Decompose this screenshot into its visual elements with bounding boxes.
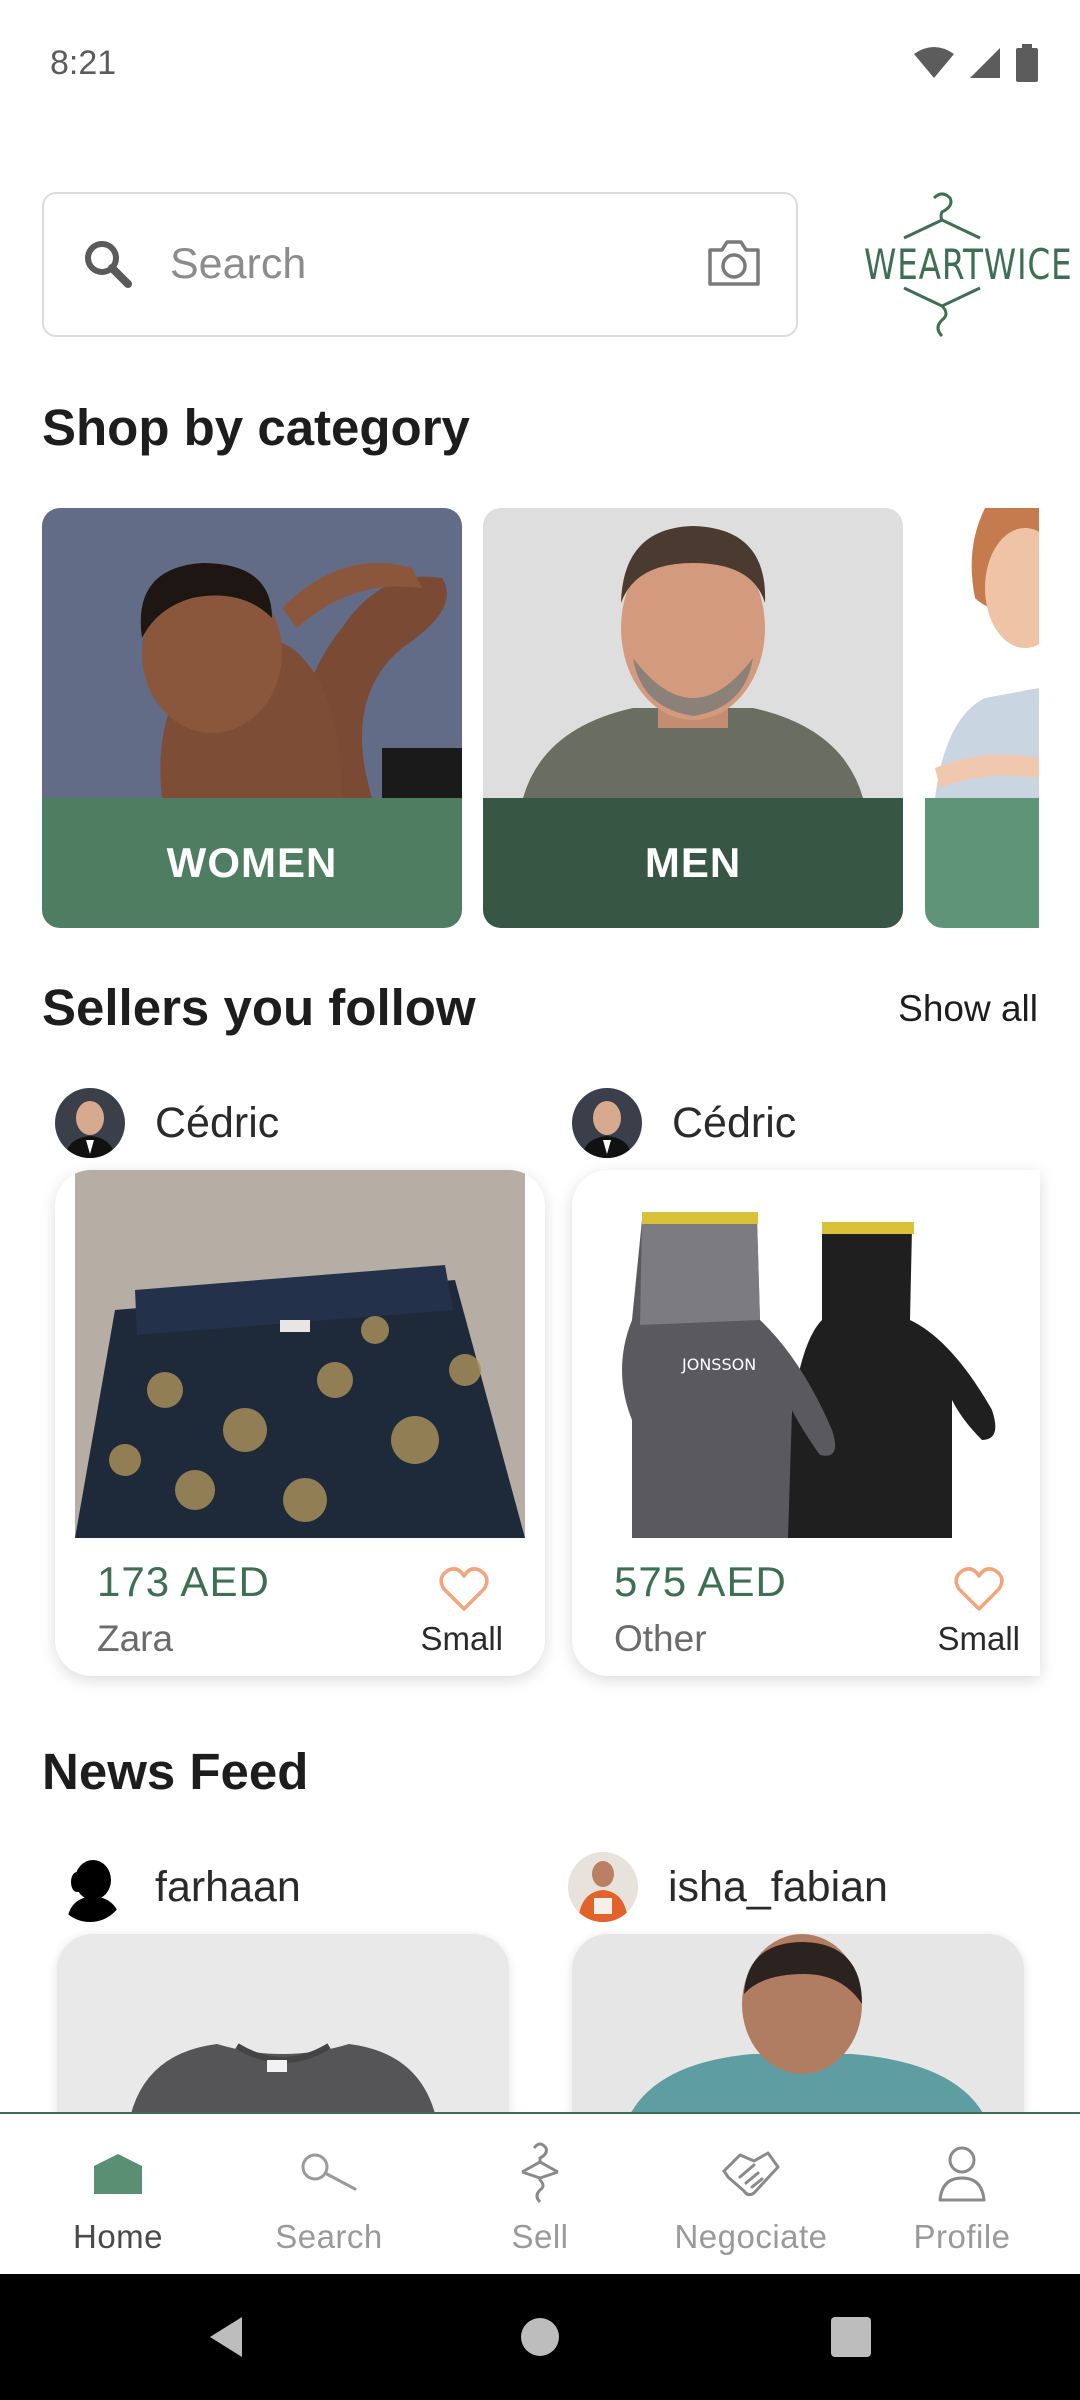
category-card-kids[interactable] — [925, 508, 1039, 928]
show-all-link[interactable]: Show all — [898, 988, 1038, 1030]
avatar — [55, 1088, 125, 1158]
search-icon — [85, 241, 132, 288]
wifi-icon — [914, 47, 954, 78]
status-icons — [914, 44, 1038, 82]
handshake-icon — [722, 2151, 780, 2197]
nav-label: Profile — [913, 2218, 1011, 2255]
brand-logo: WEARTWICE — [842, 188, 1073, 338]
product-brand: Zara — [97, 1618, 174, 1659]
feed-user-header[interactable]: isha_fabian — [568, 1852, 888, 1922]
feed-user-name: isha_fabian — [668, 1862, 888, 1911]
search-input[interactable]: Search — [42, 192, 798, 337]
category-card-women[interactable]: WOMEN — [42, 508, 462, 928]
hanger-icon — [521, 2142, 559, 2204]
recents-button[interactable] — [828, 2274, 874, 2400]
seller-header[interactable]: Cédric — [55, 1088, 279, 1158]
system-nav-bar — [0, 2274, 1080, 2400]
nav-sell[interactable]: Sell — [432, 2114, 648, 2276]
nav-search[interactable]: Search — [221, 2114, 437, 2276]
feed-user-header[interactable]: farhaan — [55, 1852, 301, 1922]
avatar — [568, 1852, 638, 1922]
category-photo-men — [483, 508, 903, 798]
product-size: Small — [420, 1620, 503, 1657]
feed-post-photo — [57, 1934, 509, 2134]
product-photo-gloves: JONSSON — [592, 1170, 1040, 1538]
camera-icon[interactable] — [706, 238, 762, 288]
home-button[interactable] — [500, 2274, 580, 2400]
feed-user-name: farhaan — [155, 1862, 301, 1911]
category-photo-women — [42, 508, 462, 798]
feed-post-photo — [572, 1934, 1024, 2134]
circle-home-icon — [521, 2318, 559, 2356]
product-card[interactable]: JONSSON 575 AED Other Small — [572, 1170, 1040, 1676]
brand-logo-text: WEARTWICE — [864, 240, 1073, 289]
back-button[interactable] — [196, 2274, 256, 2400]
battery-icon — [1016, 44, 1038, 82]
nav-label: Negociate — [674, 2218, 828, 2255]
svg-text:JONSSON: JONSSON — [681, 1355, 756, 1374]
square-recents-icon — [831, 2317, 871, 2357]
category-label: MEN — [644, 839, 742, 886]
home-icon — [94, 2154, 142, 2194]
news-feed-title: News Feed — [42, 1743, 309, 1800]
product-price: 173 AED — [97, 1558, 270, 1605]
sellers-title: Sellers you follow — [42, 979, 476, 1036]
category-label-area — [925, 798, 1039, 928]
product-card[interactable]: 173 AED Zara Small — [55, 1170, 545, 1676]
category-photo-kids — [925, 508, 1039, 798]
category-card-men[interactable]: MEN — [483, 508, 903, 928]
category-label: WOMEN — [166, 839, 338, 886]
category-label-area: WOMEN — [42, 798, 462, 928]
status-time: 8:21 — [50, 44, 117, 82]
search-icon — [301, 2153, 357, 2191]
bottom-nav: Home Search Sell Negociate Profile — [0, 2112, 1080, 2274]
avatar — [55, 1852, 125, 1922]
status-bar: 8:21 — [0, 0, 1080, 130]
product-photo-shorts — [75, 1170, 525, 1538]
category-label-area: MEN — [483, 798, 903, 928]
seller-name: Cédric — [672, 1098, 797, 1147]
nav-label: Home — [72, 2218, 164, 2255]
product-size: Small — [937, 1620, 1020, 1657]
heart-icon[interactable] — [439, 1566, 489, 1612]
nav-label: Sell — [511, 2218, 569, 2255]
back-icon — [210, 2317, 242, 2357]
feed-post-card[interactable] — [572, 1934, 1024, 2134]
product-price: 575 AED — [614, 1558, 787, 1605]
person-icon — [938, 2146, 986, 2202]
categories-title: Shop by category — [42, 399, 470, 456]
feed-post-card[interactable] — [57, 1934, 509, 2134]
nav-negociate[interactable]: Negociate — [643, 2114, 859, 2276]
seller-name: Cédric — [155, 1098, 280, 1147]
seller-header[interactable]: Cédric — [572, 1088, 796, 1158]
signal-icon — [970, 48, 1000, 78]
avatar — [572, 1088, 642, 1158]
nav-label: Search — [275, 2218, 383, 2255]
search-placeholder: Search — [170, 240, 307, 288]
nav-profile[interactable]: Profile — [854, 2114, 1070, 2276]
nav-home[interactable]: Home — [10, 2114, 226, 2276]
heart-icon[interactable] — [954, 1566, 1004, 1612]
product-brand: Other — [614, 1618, 707, 1659]
